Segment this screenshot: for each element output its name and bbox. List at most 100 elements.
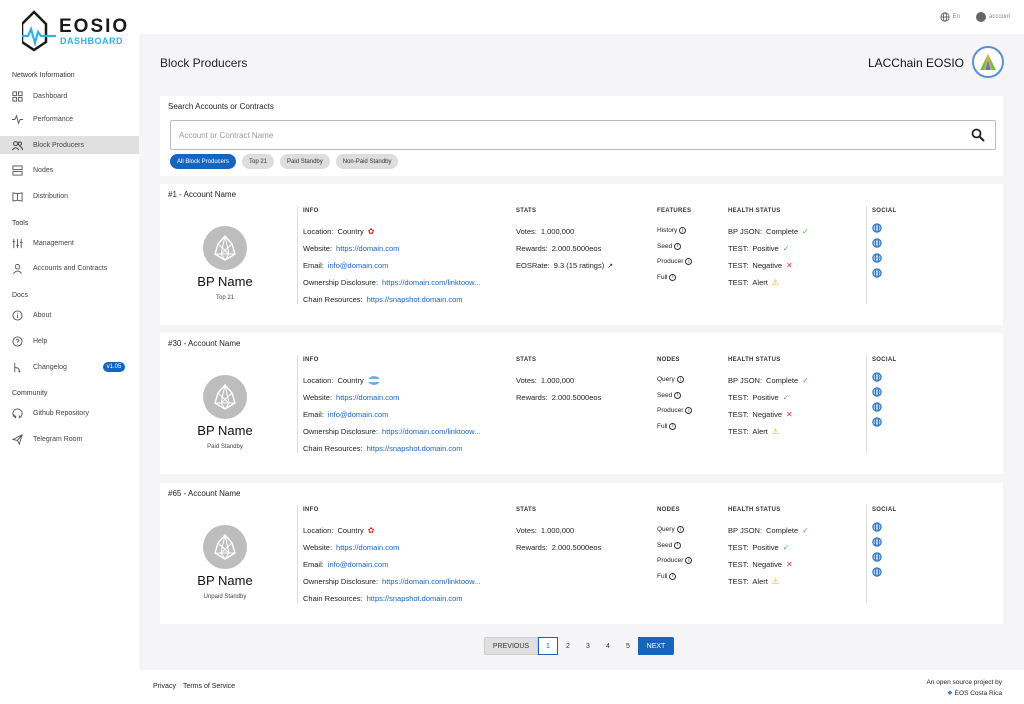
info-icon[interactable]: i: [674, 242, 682, 250]
sidebar-item-accounts-contracts[interactable]: Accounts and Contracts: [0, 259, 139, 277]
terms-link[interactable]: Terms of Service: [183, 683, 235, 690]
sidebar-item-performance[interactable]: Performance: [0, 110, 139, 128]
divider: [297, 505, 298, 603]
globe-icon[interactable]: [872, 402, 882, 412]
info-icon[interactable]: i: [669, 572, 677, 580]
health-label: TEST:: [728, 543, 749, 552]
votes-value: 1.000,000: [540, 227, 575, 236]
chip-non-paid-standby[interactable]: Non-Paid Standby: [335, 154, 399, 169]
globe-icon[interactable]: [872, 552, 882, 562]
info-icon[interactable]: i: [674, 541, 682, 549]
info-icon[interactable]: i: [679, 227, 687, 235]
globe-icon[interactable]: [872, 387, 882, 397]
email-link[interactable]: info@domain.com: [328, 261, 389, 270]
feature-label: Producer: [657, 407, 684, 415]
logo[interactable]: EOSIO DASHBOARD: [22, 10, 132, 58]
health-label: BP JSON:: [728, 526, 763, 535]
search-input[interactable]: [171, 121, 931, 149]
sidebar-item-about[interactable]: About: [0, 306, 139, 324]
external-link-icon[interactable]: ↗: [607, 262, 613, 270]
website-label: Website:: [303, 244, 333, 253]
info-header: INFO: [303, 507, 319, 513]
stats-column: STATS Votes: 1.000,000 Rewards: 2.000.5000eo…: [516, 507, 601, 556]
website-link[interactable]: https://domain.com: [336, 543, 399, 552]
main-content: Block Producers LACChain EOSIO Search Ac…: [139, 34, 1024, 670]
status-ok-icon: ✓: [802, 227, 809, 236]
search-icon[interactable]: [971, 128, 985, 142]
globe-icon[interactable]: [872, 238, 882, 248]
globe-icon[interactable]: [872, 537, 882, 547]
page-1-button[interactable]: 1: [538, 637, 558, 655]
globe-icon[interactable]: [872, 268, 882, 278]
account-label: account: [988, 14, 1010, 20]
account-menu[interactable]: account: [975, 12, 1010, 22]
ownership-link[interactable]: https://domain.com/linktoow...: [382, 278, 480, 287]
sidebar-item-changelog[interactable]: Changelog v1.05: [0, 358, 139, 376]
info-icon[interactable]: i: [674, 391, 682, 399]
globe-icon[interactable]: [872, 223, 882, 233]
health-label: TEST:: [728, 427, 749, 436]
features-column: NODES Query i Seed i Producer i Full i: [657, 507, 693, 584]
sidebar-item-dashboard[interactable]: Dashboard: [0, 87, 139, 105]
sidebar-item-management[interactable]: Management: [0, 234, 139, 252]
language-selector[interactable]: En: [940, 12, 960, 22]
health-label: BP JSON:: [728, 376, 763, 385]
info-icon[interactable]: i: [685, 407, 693, 415]
sidebar-item-help[interactable]: Help: [0, 332, 139, 350]
rewards-value: 2.000.5000eos: [551, 393, 602, 402]
previous-button[interactable]: PREVIOUS: [484, 637, 538, 655]
chain-resources-link[interactable]: https://snapshot.domain.com: [367, 444, 463, 453]
footer-org-link[interactable]: ❖ EOS Costa Rica: [926, 688, 1002, 699]
sidebar-item-telegram[interactable]: Telegram Room: [0, 430, 139, 448]
eosio-logo-icon: [22, 10, 56, 52]
nav-section-docs: Docs: [12, 292, 28, 299]
sidebar-item-distribution[interactable]: Distribution: [0, 187, 139, 205]
ownership-link[interactable]: https://domain.com/linktoow...: [382, 577, 480, 586]
health-value: Positive: [752, 244, 779, 253]
chip-paid-standby[interactable]: Paid Standby: [280, 154, 330, 169]
chip-all-block-producers[interactable]: All Block Producers: [170, 154, 237, 169]
next-button[interactable]: NEXT: [638, 637, 674, 655]
email-link[interactable]: info@domain.com: [328, 560, 389, 569]
chain-resources-link[interactable]: https://snapshot.domain.com: [367, 295, 463, 304]
search-box: [170, 120, 996, 150]
globe-icon[interactable]: [872, 567, 882, 577]
info-icon[interactable]: i: [676, 376, 684, 384]
feature-label: History: [657, 227, 678, 235]
info-icon[interactable]: i: [669, 273, 677, 281]
bp-avatar: [203, 525, 247, 569]
page-2-button[interactable]: 2: [558, 637, 578, 655]
info-icon[interactable]: i: [685, 258, 693, 266]
sidebar-item-github[interactable]: Github Repository: [0, 404, 139, 422]
info-icon[interactable]: i: [669, 422, 677, 430]
feature-label: Seed: [657, 391, 673, 399]
info-icon[interactable]: i: [685, 557, 693, 565]
globe-icon[interactable]: [872, 417, 882, 427]
ownership-link[interactable]: https://domain.com/linktoow...: [382, 427, 480, 436]
website-link[interactable]: https://domain.com: [336, 393, 399, 402]
page-5-button[interactable]: 5: [618, 637, 638, 655]
chain-resources-link[interactable]: https://snapshot.domain.com: [367, 594, 463, 603]
globe-icon[interactable]: [872, 372, 882, 382]
location-value: Country: [337, 227, 364, 236]
globe-icon[interactable]: [872, 522, 882, 532]
page-3-button[interactable]: 3: [578, 637, 598, 655]
email-link[interactable]: info@domain.com: [328, 410, 389, 419]
rewards-label: Rewards:: [516, 244, 548, 253]
bp-rank: #30 - Account Name: [168, 339, 241, 348]
stats-header: STATS: [516, 357, 537, 363]
sidebar-item-block-producers[interactable]: Block Producers: [0, 136, 139, 154]
globe-icon[interactable]: [872, 253, 882, 263]
sidebar-item-nodes[interactable]: Nodes: [0, 161, 139, 179]
info-icon: [12, 309, 23, 321]
social-column: SOCIAL: [872, 507, 896, 582]
features-header: FEATURES: [657, 208, 692, 214]
chip-top-21[interactable]: Top 21: [242, 154, 275, 169]
info-icon[interactable]: i: [676, 526, 684, 534]
website-link[interactable]: https://domain.com: [336, 244, 399, 253]
git-icon: [14, 362, 21, 373]
eos-logo-icon: [214, 534, 236, 560]
page-4-button[interactable]: 4: [598, 637, 618, 655]
stats-header: STATS: [516, 507, 537, 513]
privacy-link[interactable]: Privacy: [153, 683, 176, 690]
